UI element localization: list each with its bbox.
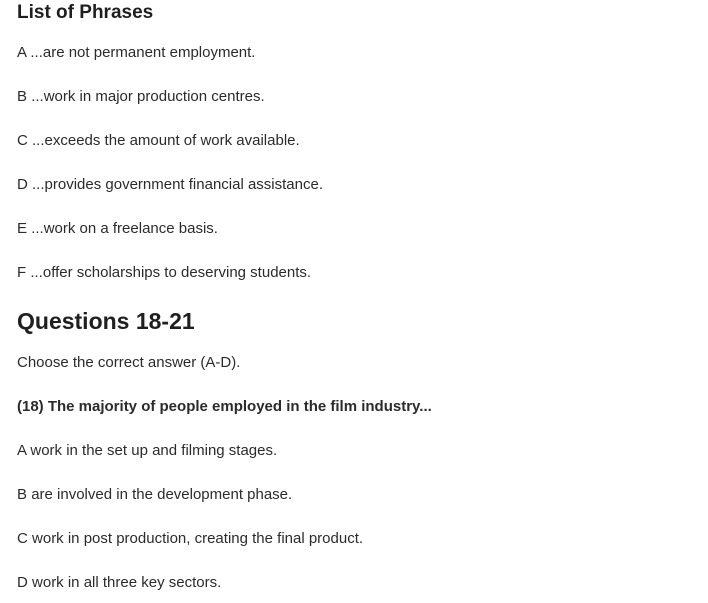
- phrase-text: ...offer scholarships to deserving stude…: [30, 264, 312, 281]
- phrase-item-d: D ...provides government financial assis…: [17, 175, 323, 195]
- answer-option-c: C work in post production, creating the …: [17, 529, 363, 549]
- phrase-item-e: E ...work on a freelance basis.: [17, 219, 218, 239]
- phrase-letter: B: [17, 88, 28, 105]
- phrase-text: ...are not permanent employment.: [30, 44, 256, 61]
- option-letter: C: [17, 530, 28, 547]
- phrase-letter: E: [17, 220, 28, 237]
- option-text: work in the set up and filming stages.: [30, 442, 278, 459]
- phrase-item-f: F ...offer scholarships to deserving stu…: [17, 263, 311, 283]
- phrase-item-c: C ...exceeds the amount of work availabl…: [17, 131, 300, 151]
- option-text: work in post production, creating the fi…: [32, 530, 364, 547]
- phrase-text: ...work in major production centres.: [31, 88, 265, 105]
- option-letter: D: [17, 574, 28, 591]
- phrase-text: ...provides government financial assista…: [32, 176, 323, 193]
- phrase-text: ...exceeds the amount of work available.: [32, 132, 300, 149]
- phrases-heading: List of Phrases: [17, 2, 154, 23]
- answer-option-a: A work in the set up and filming stages.: [17, 441, 277, 461]
- phrase-letter: A: [17, 44, 27, 61]
- phrase-letter: D: [17, 176, 28, 193]
- questions-heading: Questions 18-21: [17, 308, 195, 334]
- phrase-text: ...work on a freelance basis.: [31, 220, 218, 237]
- phrase-item-b: B ...work in major production centres.: [17, 87, 265, 107]
- answer-option-b: B are involved in the development phase.: [17, 485, 292, 505]
- option-letter: A: [17, 442, 27, 459]
- instruction-text: Choose the correct answer (A-D).: [17, 354, 241, 371]
- phrase-letter: F: [17, 264, 27, 281]
- phrase-item-a: A ...are not permanent employment.: [17, 43, 255, 63]
- answer-option-d: D work in all three key sectors.: [17, 573, 221, 593]
- question-18: (18) The majority of people employed in …: [17, 398, 432, 415]
- option-text: work in all three key sectors.: [32, 574, 222, 591]
- option-text: are involved in the development phase.: [31, 486, 293, 503]
- phrase-letter: C: [17, 132, 28, 149]
- option-letter: B: [17, 486, 28, 503]
